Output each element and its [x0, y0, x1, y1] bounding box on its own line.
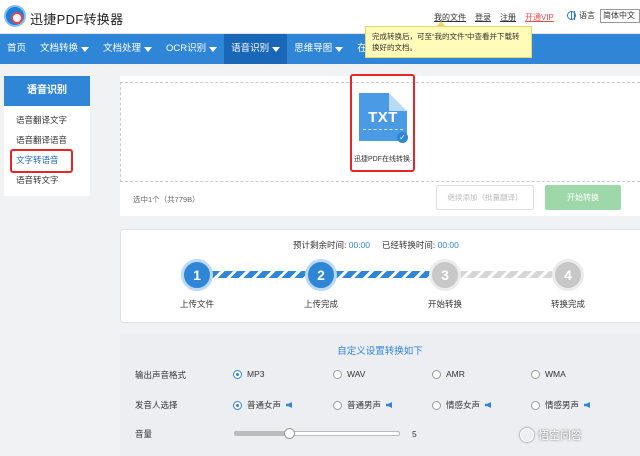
speaker-icon[interactable] [286, 402, 293, 408]
watermark: 悟空问答 [520, 427, 582, 443]
nav-speech[interactable]: 语音识别 [224, 34, 288, 64]
progress-bar-segment [336, 271, 432, 278]
format-label: 输出声音格式 [135, 370, 187, 380]
step-4-circle: 4 [552, 259, 584, 291]
continue-add-button[interactable]: 继续添加（批量翻译） [436, 185, 534, 210]
step-1-circle: 1 [181, 259, 213, 291]
settings-title: 自定义设置转换如下 [337, 346, 423, 357]
step-4-label: 转换完成 [550, 299, 585, 309]
nav-doc-process[interactable]: 文档处理 [96, 34, 159, 64]
voice-option[interactable]: 普通男声 [333, 399, 393, 411]
globe-icon [567, 11, 576, 20]
start-convert-button[interactable]: 开始转换 [545, 185, 621, 210]
nav-doc-convert[interactable]: 文档转换 [33, 34, 96, 64]
top-bar: 迅捷PDF转换器 我的文件 登录 注册 开通VIP 语言 简体中文 [0, 0, 640, 34]
login-link[interactable]: 登录 [475, 12, 491, 23]
top-links: 我的文件 登录 注册 开通VIP [434, 12, 554, 23]
sidebar-item-speech-to-text[interactable]: 语音转文字 [4, 170, 90, 190]
volume-label: 音量 [135, 429, 153, 439]
volume-value: 5 [412, 429, 417, 439]
format-option[interactable]: WAV [333, 369, 365, 379]
caret-down-icon [81, 46, 90, 52]
nav-mindmap[interactable]: 思维导图 [287, 34, 350, 64]
voice-option[interactable]: 情感女声 [432, 399, 492, 411]
sidebar-item-speech-to-speech[interactable]: 语音翻译语音 [4, 130, 90, 150]
highlight-box [350, 74, 415, 172]
format-option[interactable]: WMA [531, 369, 566, 379]
format-option[interactable]: AMR [432, 369, 465, 379]
volume-slider[interactable] [234, 428, 400, 439]
highlight-box [10, 149, 73, 173]
radio-button[interactable] [333, 400, 342, 410]
main-nav: 首页 文档转换 文档处理 OCR识别 语音识别 思维导图 在线 [0, 34, 640, 64]
radio-button[interactable] [333, 369, 342, 379]
voice-option[interactable]: 情感男声 [531, 399, 591, 411]
register-link[interactable]: 注册 [500, 12, 516, 23]
voice-label: 发音人选择 [135, 400, 178, 410]
volume-slider-handle[interactable] [283, 428, 295, 439]
logo-icon [4, 5, 26, 27]
language-select[interactable]: 简体中文 [600, 9, 640, 23]
caret-down-icon [209, 46, 218, 52]
speaker-icon[interactable] [584, 402, 591, 408]
step-3-label: 开始转换 [427, 299, 462, 309]
progress-bar-segment [212, 271, 308, 278]
caret-down-icon [144, 46, 153, 52]
sidebar-title: 语音识别 [4, 76, 90, 106]
radio-button[interactable] [531, 400, 540, 410]
radio-button[interactable] [233, 369, 242, 379]
format-option[interactable]: MP3 [233, 369, 264, 379]
sidebar-item-speech-to-text-translate[interactable]: 语音翻译文字 [4, 110, 90, 130]
step-3-circle: 3 [429, 259, 461, 291]
caret-down-icon [335, 46, 344, 52]
radio-button[interactable] [531, 369, 540, 379]
sidebar: 语音识别 语音翻译文字 语音翻译语音 文字转语音 语音转文字 [4, 76, 90, 196]
brand-name: 迅捷PDF转换器 [30, 12, 124, 27]
voice-option[interactable]: 普通女声 [233, 399, 293, 411]
step-2-circle: 2 [305, 259, 337, 291]
vip-link[interactable]: 开通VIP [525, 12, 554, 23]
language-label: 语言 [567, 10, 595, 21]
nav-ocr[interactable]: OCR识别 [159, 34, 224, 64]
tooltip: 完成转换后，可至“我的文件”中查看并下载转换好的文档。 [365, 21, 532, 58]
step-1-label: 上传文件 [179, 299, 214, 309]
radio-button[interactable] [432, 369, 441, 379]
step-2-label: 上传完成 [303, 299, 338, 309]
nav-home[interactable]: 首页 [0, 34, 33, 64]
caret-down-icon [272, 46, 281, 52]
speaker-icon[interactable] [485, 402, 492, 408]
speaker-icon[interactable] [386, 402, 393, 408]
progress-bar-segment [460, 271, 556, 278]
time-info: 预计剩余时间: 00:00 已经转换时间: 00:00 [293, 240, 459, 250]
chat-bubble-icon [520, 428, 534, 442]
radio-button[interactable] [233, 400, 242, 410]
selected-info: 选中1个（共779B） [133, 195, 200, 204]
radio-button[interactable] [432, 400, 441, 410]
